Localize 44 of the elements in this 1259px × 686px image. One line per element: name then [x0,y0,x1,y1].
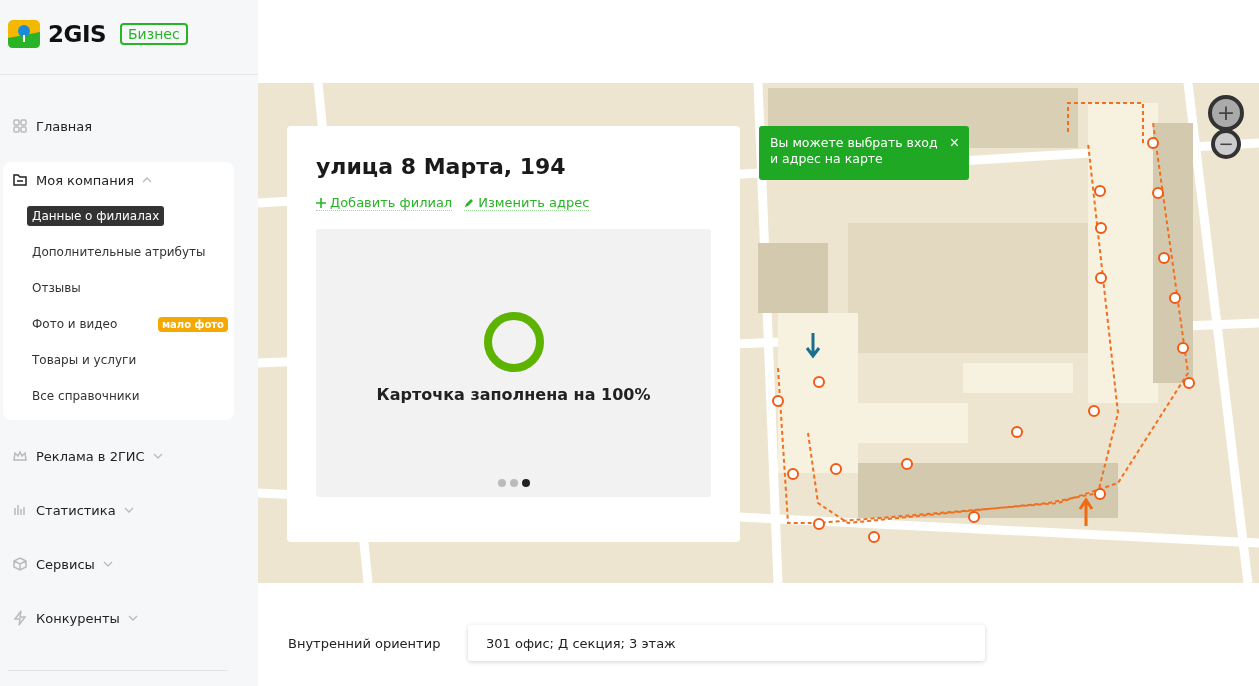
chevron-down-icon [152,451,163,461]
chevron-down-icon [123,505,134,515]
nav-item[interactable]: Моя компания [3,162,234,198]
chevron-down-icon [127,613,138,623]
grid-icon [12,118,28,134]
nav-subitem[interactable]: Фото и видео [27,314,123,334]
business-label: Бизнес [120,23,188,45]
nav-subitem[interactable]: Товары и услуги [27,350,142,370]
field-label: Внутренний ориентир [288,635,438,651]
status-badge: мало фото [157,316,228,332]
folder-icon [12,172,28,188]
nav-subitem[interactable]: Дополнительные атрибуты [27,242,211,262]
crown-icon [12,448,28,464]
hint-text: Вы можете выбрать вход и адрес на карте [770,135,939,167]
nav-label: Моя компания [36,172,134,188]
logo-icon [8,20,40,48]
nav-item[interactable]: Конкуренты [0,600,258,636]
plus-icon [316,197,326,208]
nav-label: Статистика [36,502,116,518]
lightning-icon [12,610,28,626]
nav-subitem[interactable]: Отзывы [27,278,86,298]
progress-ring [482,311,545,373]
nav-label: Главная [36,118,93,134]
pencil-icon [464,197,475,208]
logo-text: 2GIS [48,21,106,47]
chevron-up-icon [142,175,152,185]
nav-label: Конкуренты [36,610,120,626]
completion-text: Карточка заполнена на 100% [376,385,651,404]
cube-icon [12,556,28,572]
nav-item[interactable]: Статистика [0,492,258,528]
nav-label: Сервисы [36,556,95,572]
carousel-dot[interactable] [509,479,518,487]
address-title: улица 8 Марта, 194 [316,154,567,179]
nav-label: Реклама в 2ГИС [36,448,145,464]
carousel-dot[interactable] [521,479,530,487]
chevron-down-icon [102,559,113,569]
nav-item[interactable]: Сервисы [0,546,258,582]
carousel-dot[interactable] [497,479,506,487]
nav-item[interactable]: Главная [0,108,258,144]
bar-chart-icon [12,502,28,518]
landmark-input[interactable]: 301 офис; Д секция; 3 этаж [468,625,985,661]
nav-subitem[interactable]: Все справочники [27,386,145,406]
nav-item[interactable]: Реклама в 2ГИС [0,438,258,474]
nav-subitem[interactable]: Данные о филиалах [27,206,165,226]
